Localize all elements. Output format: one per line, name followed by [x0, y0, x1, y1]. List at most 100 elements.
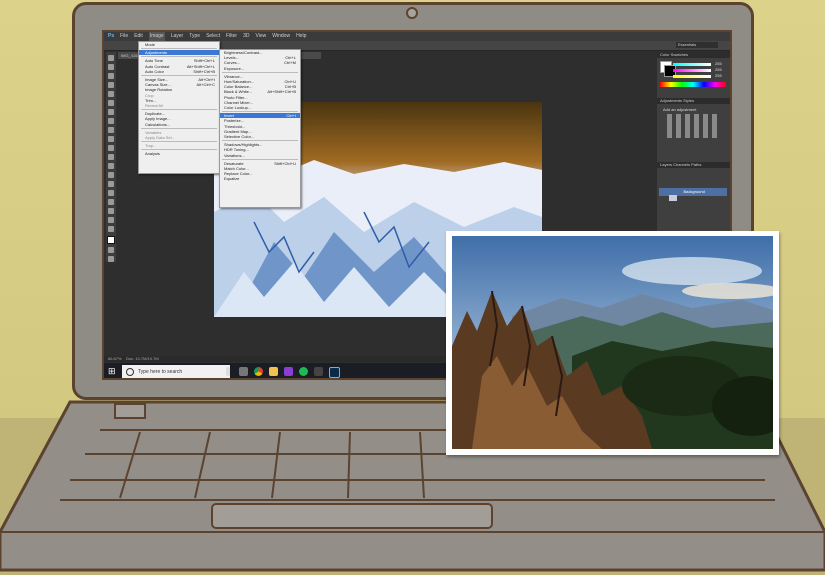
menu-separator [222, 71, 298, 73]
brush-tool-icon[interactable] [108, 118, 114, 124]
quick-mask-icon[interactable] [108, 247, 114, 253]
menu-separator [141, 127, 217, 129]
screen-mode-icon[interactable] [108, 256, 114, 262]
path-select-icon[interactable] [108, 199, 114, 205]
original-photo [452, 236, 773, 449]
adjustments-panel-tabs[interactable]: Adjustments Styles [657, 98, 730, 104]
adjustment-icons[interactable] [667, 114, 717, 138]
menu-separator [141, 141, 217, 143]
image-menu-item-adjustments[interactable]: Adjustments [139, 50, 219, 56]
ps-logo: Ps [108, 33, 115, 39]
quick-select-tool-icon[interactable] [108, 82, 114, 88]
healing-tool-icon[interactable] [108, 109, 114, 115]
menu-edit[interactable]: Edit [134, 32, 143, 41]
crop-tool-icon[interactable] [108, 91, 114, 97]
lasso-tool-icon[interactable] [108, 73, 114, 79]
image-menu-item-analysis[interactable]: Analysis [139, 151, 219, 156]
menu-shortcut: Ctrl+I [286, 113, 296, 119]
app-icon-purple[interactable] [284, 367, 293, 376]
adj-item-exposure[interactable]: Exposure... [220, 66, 300, 71]
menu-separator [141, 56, 217, 58]
slider-value-r: 255 [715, 61, 722, 66]
menu-window[interactable]: Window [272, 32, 290, 41]
layer-thumbnail [669, 195, 677, 201]
dodge-tool-icon[interactable] [108, 172, 114, 178]
menu-image[interactable]: Image [148, 32, 165, 41]
red-slider[interactable] [673, 63, 711, 66]
type-tool-icon[interactable] [108, 190, 114, 196]
workspace-select[interactable]: Essentials [676, 42, 718, 48]
zoom-tool-icon[interactable] [108, 226, 114, 232]
windows-start-icon[interactable]: ⊞ [108, 367, 116, 376]
menu-shortcut: Ctrl+M [284, 60, 296, 66]
adj-item-color-lookup[interactable]: Color Lookup... [220, 105, 300, 110]
app-icon-dark[interactable] [314, 367, 323, 376]
taskbar-search-box[interactable]: Type here to search [122, 365, 230, 378]
adj-item-selective-color[interactable]: Selective Color... [220, 134, 300, 139]
stamp-tool-icon[interactable] [108, 127, 114, 133]
green-slider[interactable] [673, 69, 711, 72]
adj-item-equalize[interactable]: Equalize [220, 176, 300, 181]
layer-row-background[interactable]: Background [659, 188, 727, 201]
image-menu-item-apply-data-set[interactable]: Apply Data Set... [139, 135, 219, 140]
file-explorer-icon[interactable] [269, 367, 278, 376]
slider-value-b: 255 [715, 73, 722, 78]
task-view-icon[interactable] [239, 367, 248, 376]
image-menu-dropdown: Mode Adjustments Auto Tone Shift+Ctrl+L A… [138, 41, 220, 174]
mountain-landscape-photo [452, 236, 773, 449]
menu-shortcut: Shift+Ctrl+B [193, 68, 215, 74]
webcam [406, 7, 418, 19]
blur-tool-icon[interactable] [108, 163, 114, 169]
image-menu-item-reveal-all[interactable]: Reveal All [139, 103, 219, 108]
adjustments-submenu: Brightness/Contrast... Levels... Ctrl+L C… [219, 49, 301, 208]
cortana-icon [126, 367, 134, 376]
menu-layer[interactable]: Layer [171, 32, 184, 41]
menu-shortcut: Shift+Ctrl+U [274, 160, 296, 166]
microphone-icon[interactable] [226, 367, 230, 376]
eyedropper-tool-icon[interactable] [108, 100, 114, 106]
menu-separator [141, 48, 217, 50]
blue-slider[interactable] [673, 75, 711, 78]
marquee-tool-icon[interactable] [108, 64, 114, 70]
spotify-icon[interactable] [299, 367, 308, 376]
menu-help[interactable]: Help [296, 32, 306, 41]
menu-separator [222, 140, 298, 142]
layer-name: Background [683, 189, 705, 194]
image-menu-item-auto-color[interactable]: Auto Color Shift+Ctrl+B [139, 69, 219, 74]
menu-separator [222, 111, 298, 113]
photoshop-taskbar-icon[interactable] [329, 367, 340, 378]
hand-tool-icon[interactable] [108, 217, 114, 223]
adjustments-title: Add an adjustment [663, 107, 697, 112]
spectrum-bar[interactable] [660, 82, 726, 87]
adj-item-variations[interactable]: Variations... [220, 153, 300, 158]
menu-separator [141, 75, 217, 77]
tools-panel [106, 52, 116, 262]
shape-tool-icon[interactable] [108, 208, 114, 214]
menu-view[interactable]: View [256, 32, 267, 41]
menu-shortcut: Alt+Shift+Ctrl+B [267, 89, 296, 95]
zoom-level: 66.67% [108, 356, 122, 361]
pen-tool-icon[interactable] [108, 181, 114, 187]
doc-size: Doc: 10.7M/10.7M [126, 356, 159, 361]
color-panel-tabs[interactable]: Color Swatches [657, 52, 730, 58]
menu-type[interactable]: Type [189, 32, 200, 41]
image-menu-item-trap[interactable]: Trap... [139, 143, 219, 148]
move-tool-icon[interactable] [108, 55, 114, 61]
menu-separator [222, 158, 298, 160]
menu-separator [141, 149, 217, 151]
search-placeholder: Type here to search [138, 368, 183, 375]
chrome-icon[interactable] [254, 367, 263, 376]
menu-separator [141, 109, 217, 111]
image-menu-item-calculations[interactable]: Calculations... [139, 122, 219, 127]
menu-file[interactable]: File [120, 32, 128, 41]
foreground-color-swatch[interactable] [107, 236, 115, 244]
menu-bar: Ps File Edit Image Layer Type Select Fil… [104, 32, 730, 41]
layers-panel-tabs[interactable]: Layers Channels Paths [657, 162, 730, 168]
menu-select[interactable]: Select [206, 32, 220, 41]
gradient-tool-icon[interactable] [108, 154, 114, 160]
image-menu-item-mode[interactable]: Mode [139, 42, 219, 47]
history-brush-icon[interactable] [108, 136, 114, 142]
menu-3d[interactable]: 3D [243, 32, 249, 41]
eraser-tool-icon[interactable] [108, 145, 114, 151]
menu-filter[interactable]: Filter [226, 32, 237, 41]
